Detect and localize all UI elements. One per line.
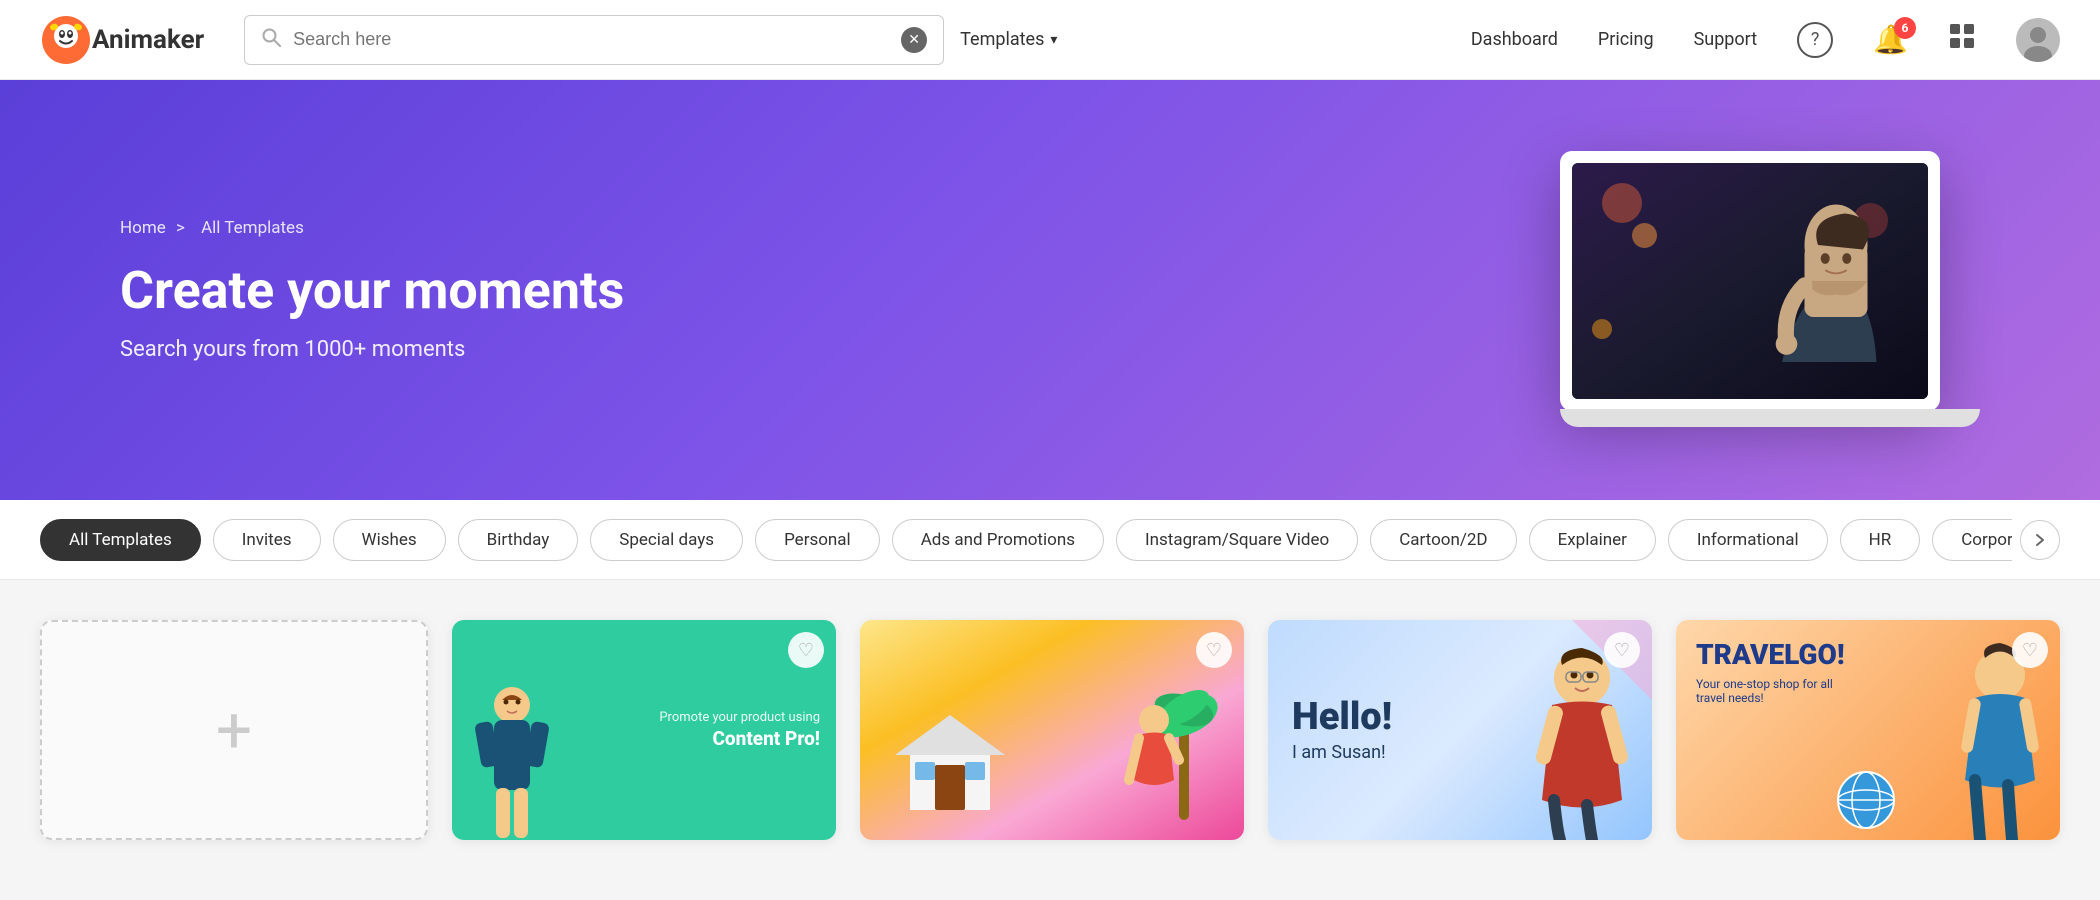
teal-card-heart-button[interactable]: ♡ bbox=[788, 632, 824, 668]
beach-house-icon bbox=[890, 710, 1010, 810]
blank-plus-icon: + bbox=[216, 693, 252, 768]
beach-person-icon bbox=[1124, 700, 1184, 820]
cat-tab-instagram[interactable]: Instagram/Square Video bbox=[1116, 519, 1358, 561]
teal-promo-small-text: Promote your product using bbox=[659, 710, 820, 725]
templates-grid: + Promote your product using bbox=[40, 620, 2060, 840]
teal-promo-big-text: Content Pro! bbox=[659, 729, 820, 750]
cat-tab-wishes[interactable]: Wishes bbox=[333, 519, 446, 561]
template-card-travel[interactable]: TRAVELGO! Your one-stop shop for all tra… bbox=[1676, 620, 2060, 840]
notification-bell[interactable]: 🔔 6 bbox=[1873, 23, 1908, 56]
cat-tab-hr[interactable]: HR bbox=[1840, 519, 1921, 561]
laptop-screen bbox=[1572, 163, 1928, 399]
apps-grid-icon[interactable] bbox=[1948, 22, 1976, 57]
notification-badge: 6 bbox=[1894, 17, 1916, 39]
travel-subtitle: Your one-stop shop for all travel needs! bbox=[1696, 677, 1836, 705]
cat-tab-special-days[interactable]: Special days bbox=[590, 519, 743, 561]
search-bar: ✕ bbox=[244, 15, 944, 65]
cat-tab-all-templates[interactable]: All Templates bbox=[40, 519, 201, 561]
cat-tab-explainer[interactable]: Explainer bbox=[1529, 519, 1656, 561]
category-bar: All Templates Invites Wishes Birthday Sp… bbox=[0, 500, 2100, 580]
travel-card-heart-button[interactable]: ♡ bbox=[2012, 632, 2048, 668]
category-scroll: All Templates Invites Wishes Birthday Sp… bbox=[40, 519, 2012, 561]
blank-template-card[interactable]: + bbox=[40, 620, 428, 840]
hero-illustration bbox=[1560, 151, 1980, 429]
cat-tab-corporate[interactable]: Corporate bbox=[1932, 519, 2012, 561]
hero-person-illustration bbox=[1728, 199, 1908, 399]
laptop-base bbox=[1560, 409, 1980, 427]
user-avatar[interactable] bbox=[2016, 18, 2060, 62]
animaker-logo-icon bbox=[40, 14, 92, 66]
cat-tab-ads-promotions[interactable]: Ads and Promotions bbox=[892, 519, 1104, 561]
breadcrumb-current: All Templates bbox=[201, 218, 304, 238]
breadcrumb-separator: > bbox=[176, 218, 185, 238]
cat-tab-informational[interactable]: Informational bbox=[1668, 519, 1828, 561]
nav-pricing[interactable]: Pricing bbox=[1598, 29, 1654, 50]
hero-banner: Home > All Templates Create your moments… bbox=[0, 80, 2100, 500]
nav-support[interactable]: Support bbox=[1694, 29, 1758, 50]
breadcrumb-home[interactable]: Home bbox=[120, 218, 166, 238]
nav-links: Dashboard Pricing Support ? 🔔 6 bbox=[1471, 18, 2060, 62]
logo[interactable]: Animaker bbox=[40, 14, 204, 66]
logo-text: Animaker bbox=[92, 25, 204, 55]
template-card-teal-promo[interactable]: Promote your product using Content Pro! … bbox=[452, 620, 836, 840]
cat-tab-invites[interactable]: Invites bbox=[213, 519, 321, 561]
chevron-down-icon: ▾ bbox=[1050, 32, 1057, 48]
teal-card-figure-icon bbox=[472, 680, 552, 840]
template-card-hello-susan[interactable]: Hello! I am Susan! bbox=[1268, 620, 1652, 840]
header: Animaker ✕ Templates ▾ Dashboard Pricing… bbox=[0, 0, 2100, 80]
search-icon bbox=[261, 27, 281, 52]
templates-dropdown[interactable]: Templates ▾ bbox=[960, 29, 1057, 50]
laptop-frame bbox=[1560, 151, 1940, 411]
templates-dropdown-label: Templates bbox=[960, 29, 1044, 50]
templates-section: + Promote your product using bbox=[0, 580, 2100, 880]
search-clear-button[interactable]: ✕ bbox=[901, 27, 927, 53]
template-card-beach[interactable]: ♡ bbox=[860, 620, 1244, 840]
help-icon[interactable]: ? bbox=[1797, 22, 1833, 58]
travel-globe-icon bbox=[1836, 770, 1896, 830]
scroll-right-arrow[interactable] bbox=[2020, 520, 2060, 560]
search-input[interactable] bbox=[293, 29, 901, 50]
beach-card-heart-button[interactable]: ♡ bbox=[1196, 632, 1232, 668]
cat-tab-birthday[interactable]: Birthday bbox=[458, 519, 579, 561]
cat-tab-personal[interactable]: Personal bbox=[755, 519, 880, 561]
cat-tab-cartoon[interactable]: Cartoon/2D bbox=[1370, 519, 1516, 561]
travel-person-icon bbox=[1950, 640, 2050, 840]
hello-card-heart-button[interactable]: ♡ bbox=[1604, 632, 1640, 668]
nav-dashboard[interactable]: Dashboard bbox=[1471, 29, 1558, 50]
